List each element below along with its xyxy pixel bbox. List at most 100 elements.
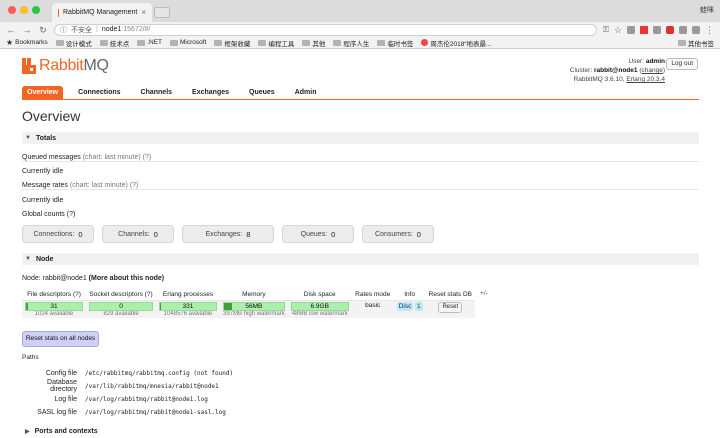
message-rates-label: Message rates (22, 182, 68, 189)
more-about-node-link[interactable]: (More about this node) (89, 275, 164, 282)
browser-menu-icon[interactable]: ⋮ (705, 25, 714, 34)
reset-stats-all-nodes-button[interactable]: Reset stats on all nodes (22, 331, 99, 347)
browser-tab[interactable]: RabbitMQ Management × (52, 3, 152, 22)
node-section-header[interactable]: ▼ Node (22, 253, 699, 265)
path-label: Log file (54, 395, 77, 403)
tab-exchanges[interactable]: Exchanges (187, 86, 234, 99)
triangle-down-icon: ▼ (25, 256, 31, 262)
folder-icon (258, 39, 267, 46)
path-value: /var/log/rabbitmq/rabbit@node1.log (85, 395, 208, 403)
bookmark-folder[interactable]: 程序人生 (333, 38, 369, 48)
ports-section-header[interactable]: ▶ Ports and contexts (22, 425, 699, 437)
queues-count[interactable]: Queues: 0 (282, 225, 354, 243)
disc-badge: Disc (396, 302, 414, 311)
count-value: 0 (331, 229, 336, 239)
adblock-icon[interactable] (666, 25, 674, 34)
cluster-label: Cluster: (569, 67, 593, 74)
reload-icon[interactable]: ↻ (38, 25, 48, 35)
cluster-value: rabbit@node1 (593, 67, 638, 74)
key-icon[interactable]: ⚿ (603, 25, 609, 34)
queued-messages-hint[interactable]: (chart: last minute) (?) (83, 154, 151, 161)
tab-connections[interactable]: Connections (73, 86, 125, 99)
totals-section-header[interactable]: ▼ Totals (22, 132, 699, 144)
col-socket-descriptors[interactable]: Socket descriptors (?) (86, 289, 156, 301)
extension-icon[interactable] (627, 25, 635, 34)
info-circle-icon[interactable]: ⓘ (60, 25, 67, 35)
col-rates-mode: Rates mode (351, 289, 394, 301)
close-tab-icon[interactable]: × (141, 8, 146, 17)
url-host: node1 (101, 26, 122, 33)
count-badge: 1 (415, 302, 423, 311)
tab-channels[interactable]: Channels (136, 86, 178, 99)
bookmarks-manager[interactable]: ★ Bookmarks (6, 38, 48, 47)
insecure-label: 不安全 (71, 26, 92, 34)
flag-extension-icon[interactable] (640, 25, 648, 34)
bookmark-folder[interactable]: 技术点 (99, 38, 130, 48)
extension-icon-4[interactable] (692, 25, 700, 34)
extension-icon-3[interactable] (679, 25, 687, 34)
bookmark-label: 技术点 (109, 40, 130, 48)
channels-count[interactable]: Channels: 0 (102, 225, 174, 243)
bookmark-folder[interactable]: 设计模式 (55, 38, 92, 48)
reset-stats-button[interactable]: Reset (438, 302, 463, 313)
reset-cell: Reset (426, 301, 475, 319)
path-label: Config file (45, 369, 77, 377)
logout-button[interactable]: Log out (666, 58, 698, 70)
bookmark-folder[interactable]: 临时书签 (377, 38, 413, 48)
user-label: User: (628, 58, 645, 65)
tab-overview[interactable]: Overview (22, 86, 64, 99)
bookmark-label: Microsoft (180, 39, 207, 46)
bookmark-favicon-icon (421, 39, 429, 46)
bookmark-folder[interactable]: Microsoft (170, 39, 206, 46)
bookmark-link[interactable]: 周杰伦2018“地表最... (421, 38, 491, 48)
bookmark-folder[interactable]: 编程工具 (258, 38, 294, 48)
erlang-version-link[interactable]: Erlang 20.3.4 (626, 76, 665, 83)
bookmark-label: .NET (147, 39, 162, 46)
change-cluster-link[interactable]: change (642, 67, 663, 74)
col-file-descriptors[interactable]: File descriptors (?) (22, 289, 86, 301)
folder-icon (137, 39, 146, 46)
node-name: Node: rabbit@node1 (22, 275, 87, 282)
toggle-columns-button[interactable]: +/- (480, 290, 488, 297)
maximize-window-button[interactable] (32, 6, 40, 14)
rates-mode-cell: basic (365, 302, 381, 309)
browser-profile-name[interactable]: 蛙咪 (700, 5, 714, 15)
tab-queues[interactable]: Queues (244, 86, 280, 99)
back-arrow-icon[interactable]: ← (6, 25, 16, 35)
bar-value: 6.9GB (310, 303, 329, 310)
close-window-button[interactable] (8, 6, 16, 14)
node-stats-table: File descriptors (?) Socket descriptors … (22, 289, 475, 318)
page-title: Overview (22, 108, 81, 124)
count-value: 0 (416, 229, 421, 239)
bookmark-star-icon[interactable]: ☆ (614, 25, 622, 34)
bookmark-label: 周杰伦2018“地表最... (430, 40, 492, 48)
bar-value: 56MB (245, 303, 263, 310)
message-rates-hint[interactable]: (chart: last minute) (?) (70, 182, 138, 189)
tab-title: RabbitMQ Management (63, 9, 138, 16)
extension-icon-2[interactable] (653, 25, 661, 34)
bookmark-folder[interactable]: 其他 (302, 38, 325, 48)
path-label: SASL log file (37, 408, 77, 416)
connections-count[interactable]: Connections: 0 (22, 225, 94, 243)
minimize-window-button[interactable] (20, 6, 28, 14)
address-bar[interactable]: ⓘ 不安全 | node1:15672/#/ (54, 23, 597, 36)
browser-tab-bar: RabbitMQ Management × 蛙咪 (0, 0, 720, 22)
forward-arrow-icon[interactable]: → (22, 25, 32, 35)
other-bookmarks[interactable]: 其他书签 (678, 38, 714, 48)
bookmark-folder[interactable]: 框架收藏 (214, 38, 250, 48)
count-label: Exchanges: (205, 230, 243, 238)
path-row-config: Config file /etc/rabbitmq/rabbitmq.confi… (22, 367, 422, 379)
bar-sublabel: 829 available (103, 311, 139, 317)
col-disk-space: Disk space (287, 289, 352, 301)
consumers-count[interactable]: Consumers: 0 (362, 225, 434, 243)
tab-admin[interactable]: Admin (290, 86, 322, 99)
new-tab-button[interactable] (154, 7, 170, 18)
path-row-database: Database directory /var/lib/rabbitmq/mne… (22, 379, 422, 393)
logo-text: RabbitMQ (39, 57, 109, 75)
file-descriptors-cell: 31 1024 available (22, 301, 86, 319)
bookmark-folder[interactable]: .NET (137, 39, 162, 46)
count-value: 0 (153, 229, 158, 239)
exchanges-count[interactable]: Exchanges: 8 (182, 225, 274, 243)
rabbitmq-logo[interactable]: RabbitMQ (22, 57, 109, 75)
url-path: :15672/#/ (121, 26, 151, 33)
